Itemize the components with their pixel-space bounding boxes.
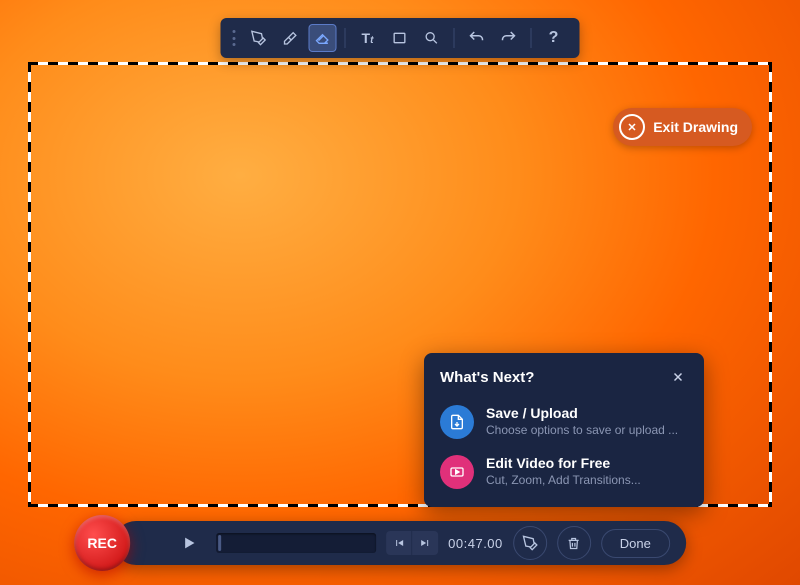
help-icon: ? bbox=[549, 29, 559, 47]
skip-previous-icon bbox=[393, 537, 405, 549]
save-icon bbox=[440, 405, 474, 439]
close-icon bbox=[671, 370, 685, 384]
record-button[interactable]: REC bbox=[74, 515, 130, 571]
undo-icon bbox=[468, 29, 486, 47]
close-icon bbox=[619, 114, 645, 140]
play-icon bbox=[181, 535, 197, 551]
pencil-tool-button[interactable] bbox=[245, 24, 273, 52]
trash-icon bbox=[566, 536, 581, 551]
done-button[interactable]: Done bbox=[601, 529, 670, 558]
toolbar-divider bbox=[345, 28, 346, 48]
whats-next-close-button[interactable] bbox=[668, 367, 688, 387]
time-display: 00:47.00 bbox=[448, 536, 503, 551]
pencil-icon bbox=[251, 30, 267, 46]
playback-bar: REC 00:47.00 Done bbox=[114, 521, 686, 565]
highlighter-icon bbox=[283, 30, 299, 46]
eraser-tool-button[interactable] bbox=[309, 24, 337, 52]
step-back-button[interactable] bbox=[386, 531, 412, 555]
step-forward-button[interactable] bbox=[412, 531, 438, 555]
whats-next-item-subtitle: Cut, Zoom, Add Transitions... bbox=[486, 473, 641, 487]
video-edit-icon bbox=[440, 455, 474, 489]
whats-next-save-upload-item[interactable]: Save / Upload Choose options to save or … bbox=[440, 405, 688, 439]
help-button[interactable]: ? bbox=[540, 24, 568, 52]
redo-button[interactable] bbox=[495, 24, 523, 52]
toolbar-divider bbox=[454, 28, 455, 48]
play-button[interactable] bbox=[172, 526, 206, 560]
rectangle-icon bbox=[392, 30, 408, 46]
draw-button[interactable] bbox=[513, 526, 547, 560]
undo-button[interactable] bbox=[463, 24, 491, 52]
skip-next-icon bbox=[419, 537, 431, 549]
pencil-icon bbox=[522, 535, 538, 551]
highlighter-tool-button[interactable] bbox=[277, 24, 305, 52]
text-icon: Tt bbox=[362, 30, 374, 46]
exit-drawing-button[interactable]: Exit Drawing bbox=[613, 108, 752, 146]
rec-label: REC bbox=[87, 535, 117, 551]
whats-next-title: What's Next? bbox=[440, 369, 534, 386]
magnifier-icon bbox=[424, 30, 440, 46]
whats-next-edit-video-item[interactable]: Edit Video for Free Cut, Zoom, Add Trans… bbox=[440, 455, 688, 489]
exit-drawing-label: Exit Drawing bbox=[653, 119, 738, 135]
whats-next-panel: What's Next? Save / Upload Choose option… bbox=[424, 353, 704, 507]
whats-next-item-title: Edit Video for Free bbox=[486, 455, 641, 471]
whats-next-item-title: Save / Upload bbox=[486, 405, 678, 421]
eraser-icon bbox=[315, 30, 331, 46]
redo-icon bbox=[500, 29, 518, 47]
rectangle-tool-button[interactable] bbox=[386, 24, 414, 52]
toolbar-drag-handle[interactable] bbox=[233, 27, 237, 49]
timeline-scrubber[interactable] bbox=[216, 533, 376, 553]
done-label: Done bbox=[620, 536, 651, 551]
delete-button[interactable] bbox=[557, 526, 591, 560]
drawing-toolbar: Tt ? bbox=[221, 18, 580, 58]
toolbar-divider bbox=[531, 28, 532, 48]
frame-step-group bbox=[386, 531, 438, 555]
magnifier-tool-button[interactable] bbox=[418, 24, 446, 52]
text-tool-button[interactable]: Tt bbox=[354, 24, 382, 52]
whats-next-item-subtitle: Choose options to save or upload ... bbox=[486, 423, 678, 437]
